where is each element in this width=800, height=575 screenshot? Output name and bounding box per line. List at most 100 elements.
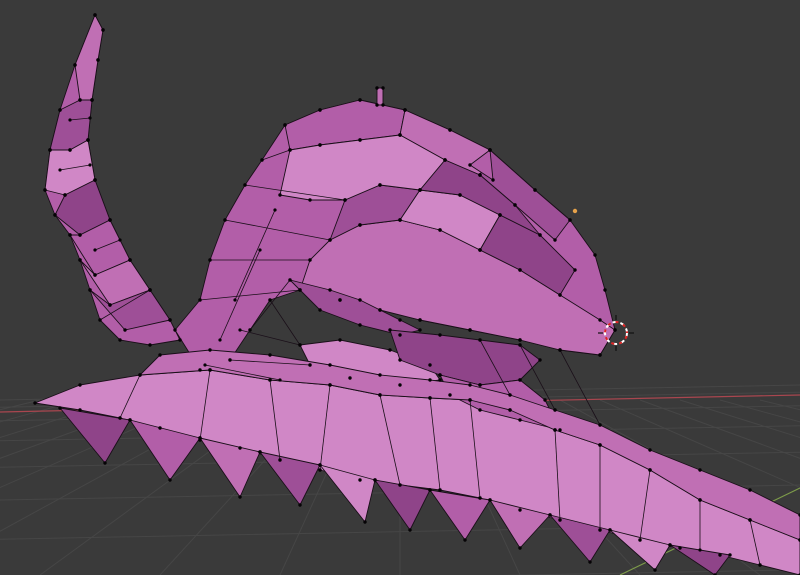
mesh-vertex[interactable] [318,143,322,147]
mesh-vertex[interactable] [508,408,512,412]
mesh-vertex[interactable] [208,348,212,352]
mesh-vertex[interactable] [33,401,37,405]
mesh-vertex[interactable] [363,520,367,524]
mesh-vertex[interactable] [168,318,172,322]
mesh-vertex[interactable] [338,298,342,302]
mesh-vertex[interactable] [518,268,522,272]
mesh-vertex[interactable] [58,406,62,410]
mesh-vertex[interactable] [458,193,462,197]
mesh-vertex[interactable] [138,373,142,377]
mesh-vertex[interactable] [248,328,252,332]
mesh-vertex[interactable] [173,328,177,332]
mesh-vertex[interactable] [488,148,492,152]
mesh-vertex[interactable] [283,123,287,127]
mesh-vertex[interactable] [398,218,402,222]
mesh-vertex[interactable] [603,288,607,292]
mesh-vertex[interactable] [608,528,612,532]
mesh-vertex[interactable] [428,363,432,367]
mesh-vertex[interactable] [598,443,602,447]
mesh-vertex[interactable] [88,288,92,292]
mesh-vertex[interactable] [358,223,362,227]
mesh-vertex[interactable] [108,218,112,222]
mesh-vertex[interactable] [93,178,97,182]
mesh-vertex[interactable] [68,148,72,152]
mesh-vertex[interactable] [553,408,557,412]
mesh-vertex[interactable] [638,538,642,542]
mesh-vertex[interactable] [558,428,562,432]
mesh-vertex[interactable] [158,426,162,430]
mesh-vertex[interactable] [373,478,377,482]
mesh-vertex[interactable] [358,298,362,302]
mesh-vertex[interactable] [258,450,262,454]
mesh-vertex[interactable] [243,183,247,187]
horn-face[interactable] [74,14,104,101]
mesh-vertex[interactable] [88,116,92,120]
mesh-vertex[interactable] [228,358,232,362]
mesh-vertex[interactable] [428,378,432,382]
mesh-vertex[interactable] [233,298,237,302]
mesh-vertex[interactable] [398,133,402,137]
mesh-vertex[interactable] [198,298,202,302]
mesh-vertex[interactable] [328,238,332,242]
mesh-vertex[interactable] [438,373,442,377]
mesh-vertex[interactable] [598,423,602,427]
3d-viewport[interactable] [0,0,800,575]
mesh-vertex[interactable] [203,363,207,367]
mesh-vertex[interactable] [90,98,94,102]
mesh-vertex[interactable] [543,398,547,402]
mesh-vertex[interactable] [381,103,385,107]
mesh-vertex[interactable] [258,248,262,252]
mesh-vertex[interactable] [68,233,72,237]
mesh-vertex[interactable] [278,458,282,462]
mesh-vertex[interactable] [348,376,352,380]
mesh-vertex[interactable] [268,298,272,302]
mesh-vertex[interactable] [108,303,112,307]
mesh-vertex[interactable] [488,498,492,502]
mesh-vertex[interactable] [298,503,302,507]
viewport-canvas[interactable] [0,0,800,575]
mesh-vertex[interactable] [438,228,442,232]
mesh-vertex[interactable] [148,288,152,292]
mesh-vertex[interactable] [418,188,422,192]
mesh-vertex[interactable] [88,163,92,167]
mesh-vertex[interactable] [118,416,122,420]
mesh-vertex[interactable] [43,188,47,192]
mesh-vertex[interactable] [718,553,722,557]
mesh-vertex[interactable] [668,543,672,547]
mesh-vertex[interactable] [648,468,652,472]
mesh-vertex[interactable] [93,13,97,17]
mesh-vertex[interactable] [548,513,552,517]
mesh-vertex[interactable] [478,173,482,177]
mesh-vertex[interactable] [381,86,385,90]
mesh-vertex[interactable] [398,358,402,362]
mesh-vertex[interactable] [538,358,542,362]
mesh-vertex[interactable] [758,563,762,567]
mesh-vertex[interactable] [318,108,322,112]
mesh-vertex[interactable] [358,138,362,142]
mesh-vertex[interactable] [398,333,402,337]
mesh-vertex[interactable] [518,508,522,512]
mesh-vertex[interactable] [328,363,332,367]
mesh-vertex[interactable] [96,58,100,62]
mesh-vertex[interactable] [128,258,132,262]
mesh-vertex[interactable] [478,383,482,387]
mesh-vertex[interactable] [698,498,702,502]
mesh-vertex[interactable] [443,158,447,162]
mesh-vertex[interactable] [518,343,522,347]
mesh-vertex[interactable] [698,548,702,552]
mesh-vertex[interactable] [438,488,442,492]
mesh-vertex[interactable] [86,138,90,142]
mesh-vertex[interactable] [428,488,432,492]
mesh-vertex[interactable] [278,378,282,382]
mesh-vertex[interactable] [318,308,322,312]
mesh-vertex[interactable] [53,213,57,217]
mesh-vertex[interactable] [78,233,82,237]
mesh-vertex[interactable] [343,198,347,202]
mesh-vertex[interactable] [518,378,522,382]
mesh-vertex[interactable] [268,353,272,357]
mesh-vertex[interactable] [118,338,122,342]
mesh-vertex[interactable] [198,438,202,442]
mesh-vertex[interactable] [378,183,382,187]
mesh-vertex[interactable] [648,448,652,452]
mesh-vertex[interactable] [588,560,592,564]
